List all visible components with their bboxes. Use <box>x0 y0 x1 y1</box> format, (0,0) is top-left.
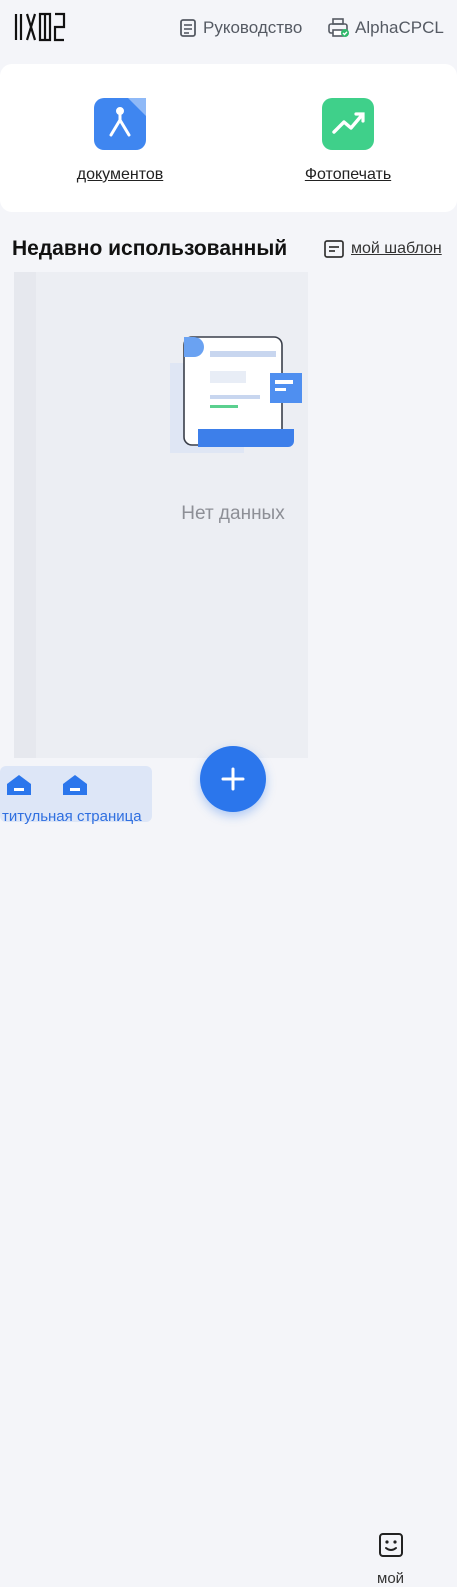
template-list-icon <box>324 240 344 258</box>
document-icon <box>180 19 196 37</box>
guide-link[interactable]: Руководство <box>179 16 302 40</box>
guide-label: Руководство <box>203 18 303 37</box>
home-icon <box>7 775 31 795</box>
features-card: документов Фотопечать <box>0 64 457 212</box>
photo-chart-icon <box>322 98 374 150</box>
documents-label: документов <box>76 166 164 183</box>
my-template-label: мой шаблон <box>351 240 442 257</box>
printer-selector[interactable]: AlphaCPCL <box>328 16 444 40</box>
plus-icon <box>221 767 245 791</box>
top-bar: Руководство AlphaCPCL <box>0 0 457 60</box>
printer-label: AlphaCPCL <box>355 18 444 37</box>
photo-print-label: Фотопечать <box>304 166 392 183</box>
tab-my-label: мой <box>377 1570 405 1587</box>
home-icon-duplicate <box>63 775 87 795</box>
app-logo-icon <box>14 12 66 42</box>
smiley-face-icon <box>379 1533 403 1557</box>
empty-state-text: Нет данных <box>181 503 285 524</box>
tab-home-label: титульная страница <box>2 808 142 825</box>
recent-section-title: Недавно использованный <box>12 237 288 260</box>
empty-state-illustration <box>170 336 302 453</box>
tab-home[interactable]: титульная страница <box>0 766 152 825</box>
my-template-link[interactable]: мой шаблон <box>324 240 442 258</box>
printer-icon <box>328 18 349 37</box>
tab-my[interactable]: мой <box>368 1530 414 1587</box>
pdf-document-icon <box>94 98 146 150</box>
add-button[interactable] <box>200 746 266 812</box>
photo-print-feature-button[interactable]: Фотопечать <box>273 98 423 184</box>
documents-feature-button[interactable]: документов <box>45 98 195 184</box>
